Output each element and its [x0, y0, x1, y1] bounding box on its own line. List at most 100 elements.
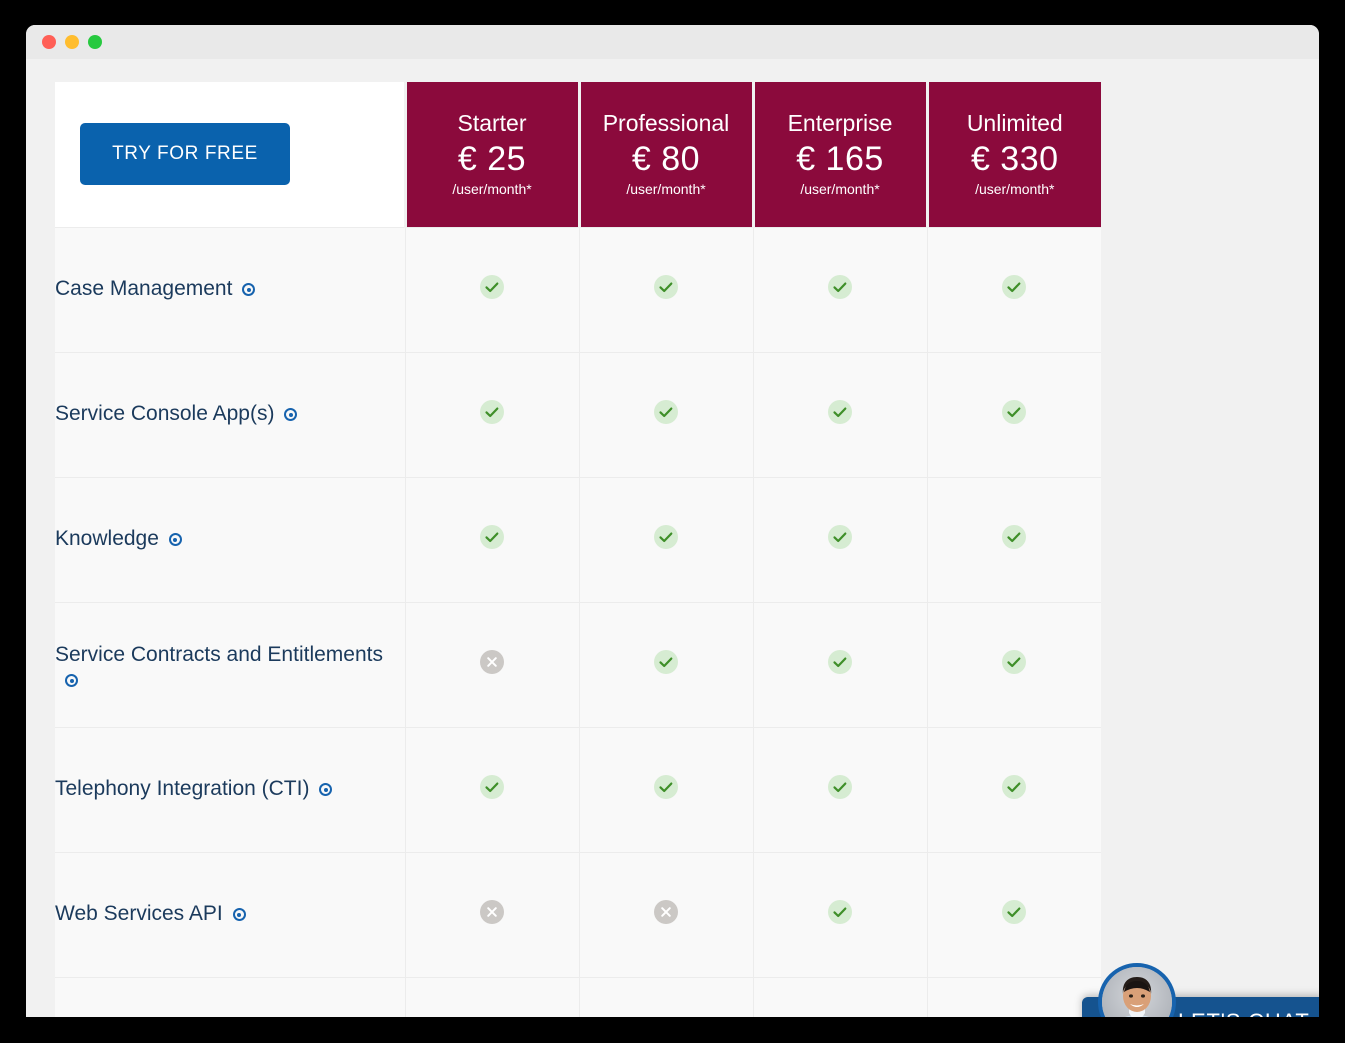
feature-label: Service Console App(s) [55, 402, 275, 426]
info-dot-icon[interactable] [242, 283, 256, 296]
available-mark [654, 525, 678, 549]
check-icon [1007, 282, 1021, 293]
pricing-table-body: Case Management Service Console App(s) Kno… [55, 226, 1101, 1017]
info-dot-icon[interactable] [232, 908, 246, 921]
available-mark [480, 525, 504, 549]
plan-header-starter: Starter € 25/user/month* [403, 82, 579, 227]
feature-availability-cell [578, 476, 753, 602]
feature-name-cell: Service Contracts and Entitlements [55, 601, 406, 727]
feature-availability-cell [404, 226, 579, 352]
available-mark [1002, 900, 1027, 924]
feature-label: Knowledge [55, 527, 159, 551]
feature-name-cell: Web Services API [55, 851, 406, 977]
available-mark [480, 275, 504, 299]
feature-availability-cell [926, 351, 1101, 477]
feature-availability-cell [578, 601, 753, 727]
feature-availability-cell [752, 351, 927, 477]
available-mark [1002, 525, 1027, 549]
feature-row [55, 976, 1101, 1017]
check-icon [485, 282, 499, 293]
try-for-free-button[interactable]: TRY FOR FREE [80, 123, 290, 186]
available-mark [828, 525, 852, 549]
plan-name: Enterprise [787, 109, 893, 136]
available-mark [828, 400, 852, 424]
check-icon [833, 657, 847, 668]
feature-availability-cell [752, 601, 927, 727]
feature-label: Case Management [55, 277, 233, 301]
feature-row: Service Contracts and Entitlements [55, 601, 1101, 727]
feature-availability-cell [926, 851, 1101, 977]
check-icon [659, 407, 673, 418]
feature-availability-cell [926, 726, 1101, 852]
feature-availability-cell [926, 976, 1101, 1017]
feature-availability-cell [404, 476, 579, 602]
check-icon [659, 282, 673, 293]
check-icon [833, 282, 847, 293]
check-icon [1007, 907, 1021, 918]
available-mark [654, 775, 678, 799]
plan-name: Unlimited [966, 109, 1063, 136]
check-icon [833, 407, 847, 418]
info-dot-icon[interactable] [319, 783, 333, 796]
check-icon [833, 532, 847, 543]
feature-label: Service Contracts and Entitlements [55, 643, 383, 667]
info-dot-icon[interactable] [168, 533, 182, 546]
feature-availability-cell [404, 351, 579, 477]
plan-price: € 25 [457, 139, 527, 178]
feature-row: Web Services API [55, 851, 1101, 977]
window-close-button[interactable] [42, 35, 56, 49]
browser-window: TRY FOR FREE Starter € 25/user/month* Prof… [26, 25, 1319, 1017]
plan-price: € 165 [796, 139, 884, 178]
pricing-table-header: TRY FOR FREE Starter € 25/user/month* Prof… [55, 82, 1101, 227]
feature-availability-cell [404, 726, 579, 852]
feature-availability-cell [578, 976, 753, 1017]
plan-unit: /user/month* [800, 181, 880, 198]
feature-row: Service Console App(s) [55, 351, 1101, 477]
lets-chat-label[interactable]: LET'S CHAT [1178, 1009, 1310, 1017]
feature-name-cell: Case Management [55, 226, 406, 352]
info-dot-icon[interactable] [284, 408, 298, 421]
plan-unit: /user/month* [626, 181, 706, 198]
feature-availability-cell [752, 226, 927, 352]
info-dot-icon[interactable] [65, 674, 78, 688]
check-icon [833, 782, 847, 793]
check-icon [659, 532, 673, 543]
feature-name-cell [55, 976, 406, 1017]
plan-name: Starter [457, 109, 527, 136]
window-titlebar [26, 25, 1319, 59]
pricing-comparison-table: TRY FOR FREE Starter € 25/user/month* Prof… [55, 82, 1101, 1017]
feature-label: Web Services API [55, 902, 223, 926]
plan-header-unlimited: Unlimited € 330/user/month* [925, 82, 1101, 227]
check-icon [833, 907, 847, 918]
available-mark [828, 900, 852, 924]
available-mark [1002, 650, 1027, 674]
available-mark [654, 400, 678, 424]
feature-availability-cell [404, 851, 579, 977]
feature-availability-cell [752, 476, 927, 602]
plan-header-professional: Professional € 80/user/month* [577, 82, 753, 227]
available-mark [828, 650, 852, 674]
plan-unit: /user/month* [452, 181, 532, 198]
available-mark [480, 400, 504, 424]
check-icon [1007, 657, 1021, 668]
plan-unit: /user/month* [975, 181, 1055, 198]
cross-icon [661, 907, 671, 917]
cross-icon [487, 657, 497, 667]
agent-photo-icon [1102, 967, 1172, 1017]
available-mark [1002, 275, 1027, 299]
available-mark [654, 275, 678, 299]
check-icon [659, 782, 673, 793]
feature-availability-cell [578, 351, 753, 477]
window-maximize-button[interactable] [88, 35, 102, 49]
plan-price: € 80 [631, 139, 701, 178]
available-mark [828, 275, 852, 299]
feature-availability-cell [578, 226, 753, 352]
cross-icon [487, 907, 497, 917]
plan-header-enterprise: Enterprise € 165/user/month* [751, 82, 927, 227]
window-minimize-button[interactable] [65, 35, 79, 49]
feature-availability-cell [578, 726, 753, 852]
available-mark [1002, 775, 1027, 799]
feature-row: Knowledge [55, 476, 1101, 602]
plan-name: Professional [602, 109, 730, 136]
unavailable-mark [654, 900, 678, 924]
